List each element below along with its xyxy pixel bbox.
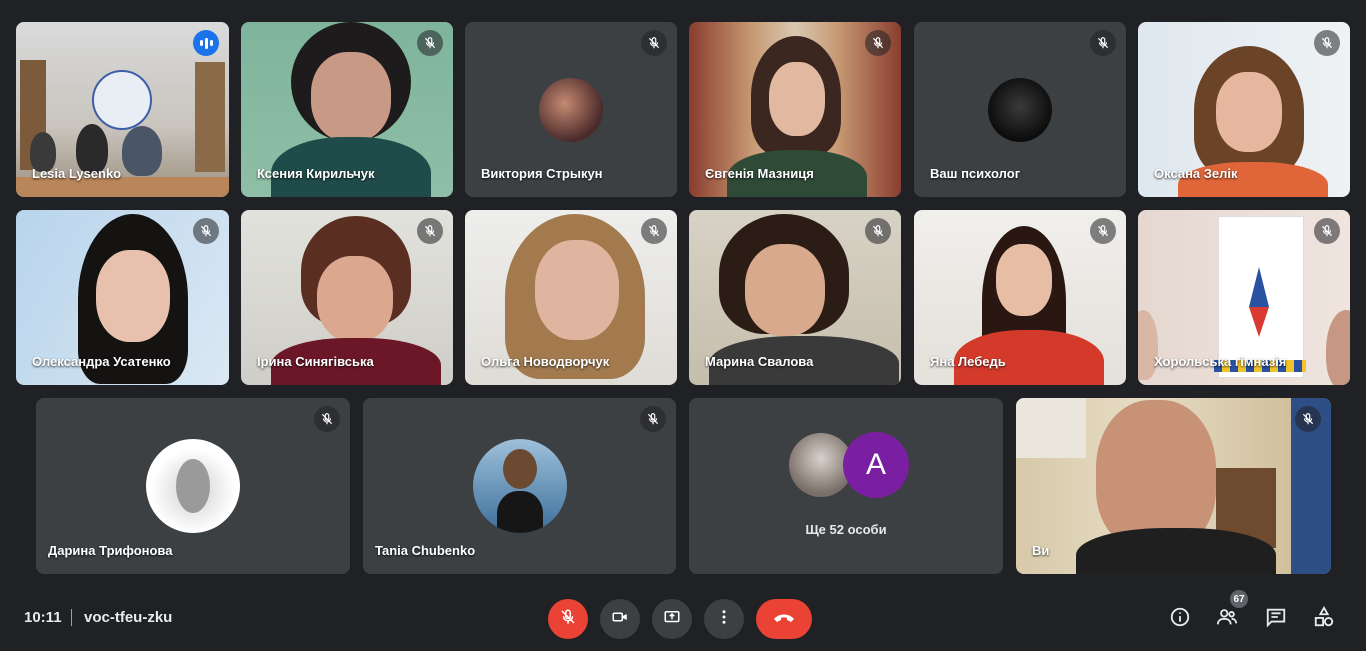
participant-name: Євгенія Мазниця (705, 166, 814, 181)
show-everyone-button[interactable] (1214, 606, 1240, 632)
participant-tile[interactable]: Ви (1016, 398, 1331, 574)
mic-off-icon (1314, 30, 1340, 56)
divider (71, 609, 72, 626)
people-icon (1215, 606, 1239, 633)
participant-tile[interactable]: Дарина Трифонова (36, 398, 350, 574)
mic-off-icon (193, 218, 219, 244)
participant-name: Ірина Синягівська (257, 354, 374, 369)
mic-off-icon (641, 218, 667, 244)
mic-off-icon (417, 30, 443, 56)
meeting-time: 10:11 (24, 609, 62, 626)
activities-button[interactable] (1311, 605, 1337, 633)
mic-off-icon (641, 30, 667, 56)
camera-toggle-button[interactable] (600, 599, 640, 639)
more-vert-icon (715, 608, 733, 631)
participant-name: Хорольська гімназія (1154, 354, 1287, 369)
participant-tile[interactable]: Ксения Кирильчук (241, 22, 453, 197)
participant-name: Ви (1032, 543, 1050, 558)
participant-name: Дарина Трифонова (48, 543, 173, 558)
more-participants-tile[interactable]: A Ще 52 особи (689, 398, 1003, 574)
participant-name: Оксана Зелік (1154, 166, 1238, 181)
participant-tile[interactable]: Хорольська гімназія (1138, 210, 1350, 385)
participant-name: Виктория Стрыкун (481, 166, 603, 181)
mic-off-icon (559, 608, 577, 631)
avatar (988, 78, 1052, 142)
participant-name: Олександра Усатенко (32, 354, 171, 369)
avatar (539, 78, 603, 142)
mic-off-icon (1295, 406, 1321, 432)
more-options-button[interactable] (704, 599, 744, 639)
participant-tile[interactable]: Ваш психолог (914, 22, 1126, 197)
hang-up-icon (772, 610, 796, 629)
more-participants-label: Ще 52 особи (805, 522, 887, 537)
mic-off-icon (1090, 30, 1116, 56)
microphone-toggle-button[interactable] (548, 599, 588, 639)
avatar-letter: A (865, 448, 886, 481)
chat-icon (1265, 606, 1287, 633)
mic-off-icon (640, 406, 666, 432)
participant-tile[interactable]: Tania Chubenko (363, 398, 676, 574)
participant-tile[interactable]: Ольга Новодворчук (465, 210, 677, 385)
participant-tile[interactable]: Яна Лебедь (914, 210, 1126, 385)
meeting-details-button[interactable] (1167, 606, 1193, 632)
shapes-icon (1313, 605, 1335, 633)
video-feed (1016, 398, 1331, 574)
participant-tile[interactable]: Олександра Усатенко (16, 210, 229, 385)
participant-tile[interactable]: Євгенія Мазниця (689, 22, 901, 197)
mic-off-icon (1314, 218, 1340, 244)
avatar (146, 439, 240, 533)
participant-tile[interactable]: Марина Свалова (689, 210, 901, 385)
meeting-code: voc-tfeu-zku (84, 609, 173, 626)
meeting-controls-bar: 10:11 voc-tfeu-zku 67 (0, 588, 1366, 651)
participant-tile[interactable]: Оксана Зелік (1138, 22, 1350, 197)
participant-tile[interactable]: Lesia Lysenko (16, 22, 229, 197)
present-screen-icon (663, 608, 681, 631)
participant-name: Ваш психолог (930, 166, 1021, 181)
mic-off-icon (865, 218, 891, 244)
participant-name: Lesia Lysenko (32, 166, 122, 181)
present-screen-button[interactable] (652, 599, 692, 639)
chat-button[interactable] (1263, 606, 1289, 632)
speaking-indicator-icon (193, 30, 219, 56)
participant-name: Ольга Новодворчук (481, 354, 610, 369)
leave-call-button[interactable] (756, 599, 812, 639)
mic-off-icon (417, 218, 443, 244)
participant-name: Tania Chubenko (375, 543, 476, 558)
participant-name: Ксения Кирильчук (257, 166, 375, 181)
mic-off-icon (865, 30, 891, 56)
participant-tile[interactable]: Виктория Стрыкун (465, 22, 677, 197)
mic-off-icon (1090, 218, 1116, 244)
participant-count-badge: 67 (1230, 590, 1248, 608)
participant-tile[interactable]: Ірина Синягівська (241, 210, 453, 385)
avatar: A (843, 432, 909, 498)
info-icon (1169, 606, 1191, 633)
participant-name: Яна Лебедь (930, 354, 1006, 369)
avatar (473, 439, 567, 533)
participant-name: Марина Свалова (705, 354, 814, 369)
mic-off-icon (314, 406, 340, 432)
camera-icon (611, 608, 629, 631)
